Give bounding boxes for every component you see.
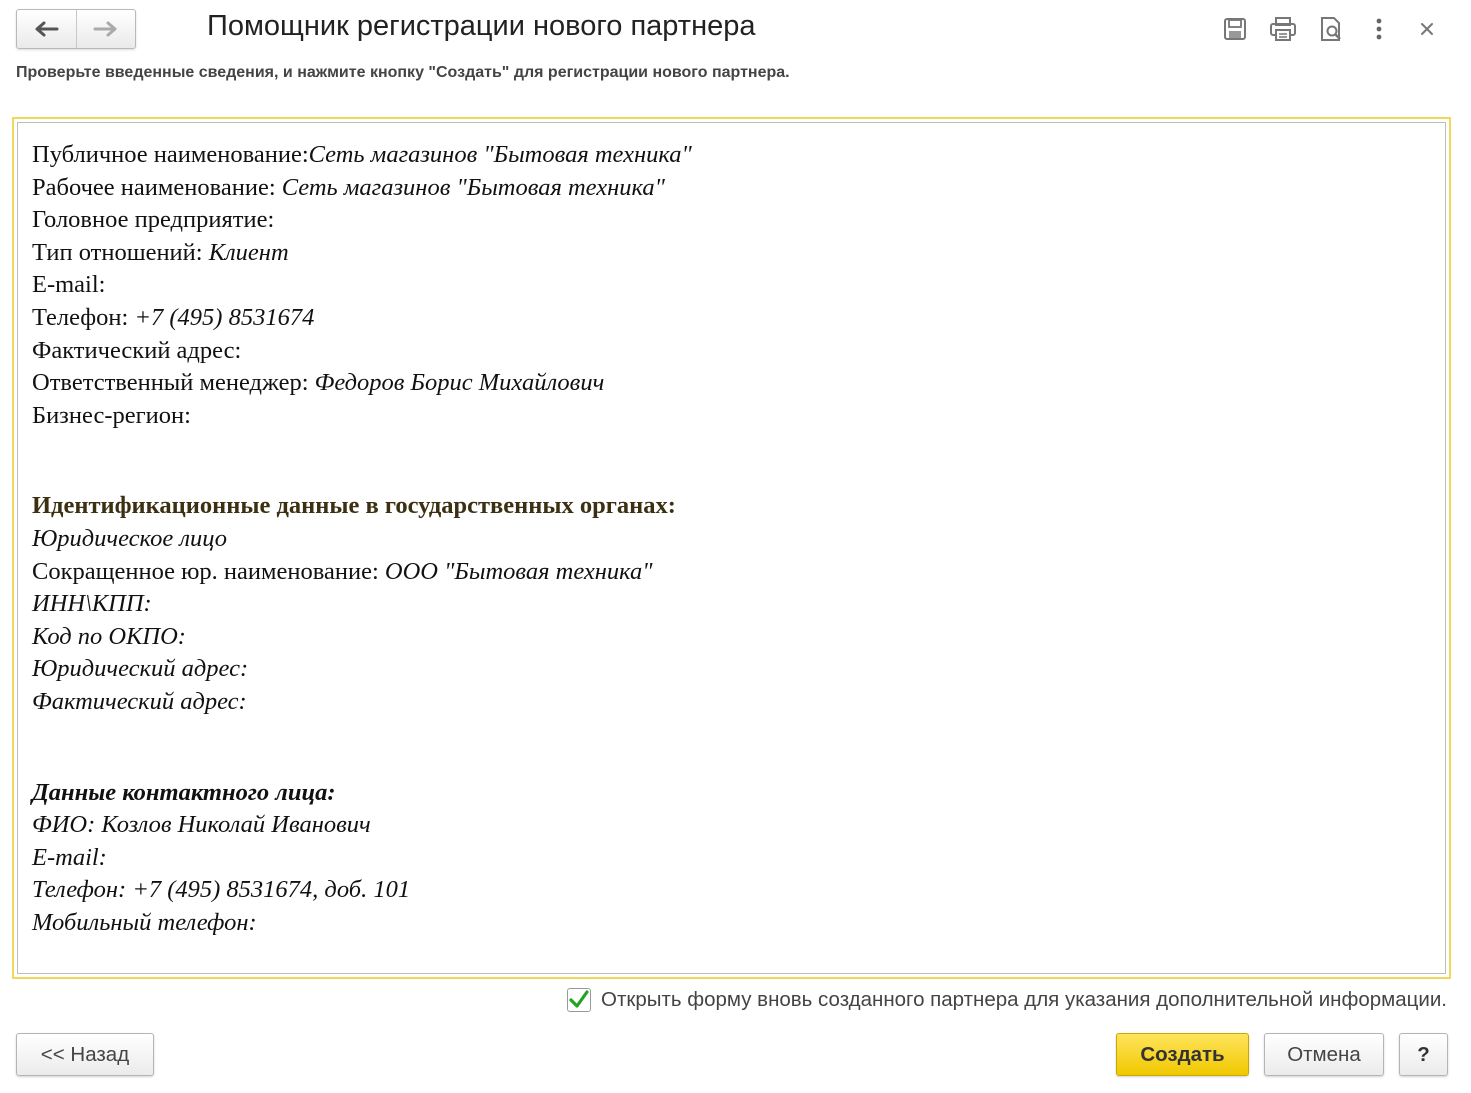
business-region-label: Бизнес-регион: [32,401,191,429]
relation-type-line: Тип отношений: Клиент [32,237,692,270]
gov-short-name-label: Сокращенное юр. наименование: [32,557,379,585]
save-icon [1224,18,1246,40]
phone-label: Телефон: [32,303,129,331]
print-icon [1270,17,1296,41]
arrow-right-icon [93,21,117,37]
arrow-left-icon [35,21,59,37]
contact-mobile-line: Мобильный телефон: [32,908,257,936]
contact-email-line: E-mail: [32,843,107,871]
relation-type-label: Тип отношений: [32,238,203,266]
contact-section-header: Данные контактного лица: [32,778,336,806]
save-button[interactable] [1211,12,1259,46]
gov-actual-address-line: Фактический адрес: [32,687,247,715]
window-title: Помощник регистрации нового партнера [207,10,756,42]
work-name-label: Рабочее наименование: [32,173,276,201]
manager-value: Федоров Борис Михайлович [314,369,605,397]
gov-section-header: Идентификационные данные в государственн… [32,492,676,520]
more-button[interactable] [1355,12,1403,46]
back-button[interactable]: << Назад [16,1033,154,1076]
preview-icon [1321,17,1341,41]
contact-fio-line: ФИО: Козлов Николай Иванович [32,811,371,839]
gov-short-name-line: Сокращенное юр. наименование: ООО "Бытов… [32,556,692,589]
actual-address-label: Фактический адрес: [32,336,242,364]
open-form-checkbox-label[interactable]: Открыть форму вновь созданного партнера … [601,988,1447,1012]
work-name-line: Рабочее наименование: Сеть магазинов "Бы… [32,172,692,205]
window-toolbar [1211,12,1451,46]
summary-document[interactable]: Публичное наименование:Сеть магазинов "Б… [17,122,1446,974]
cancel-button[interactable]: Отмена [1264,1033,1384,1076]
help-button[interactable]: ? [1399,1033,1448,1076]
nav-buttons [16,9,136,49]
gov-short-name-value: ООО "Бытовая техника" [384,557,653,585]
back-nav-button[interactable] [17,10,76,48]
open-form-checkbox[interactable] [567,988,592,1012]
manager-label: Ответственный менеджер: [32,369,309,397]
head-company-label: Головное предприятие: [32,206,275,234]
gov-entity-type: Юридическое лицо [32,524,228,552]
print-button[interactable] [1259,12,1307,46]
business-region-line: Бизнес-регион: [32,400,692,433]
instruction-text: Проверьте введенные сведения, и нажмите … [16,64,790,81]
relation-type-value: Клиент [208,238,289,266]
public-name-line: Публичное наименование:Сеть магазинов "Б… [32,139,692,172]
work-name-value: Сеть магазинов "Бытовая техника" [281,173,665,201]
preview-button[interactable] [1307,12,1355,46]
summary-document-frame: Публичное наименование:Сеть магазинов "Б… [12,117,1451,979]
public-name-value: Сеть магазинов "Бытовая техника" [308,141,692,168]
gov-okpo-line: Код по ОКПО: [32,622,186,650]
close-icon [1421,23,1433,35]
phone-line: Телефон: +7 (495) 8531674 [32,302,692,335]
gov-legal-address-line: Юридический адрес: [32,655,249,683]
actual-address-line: Фактический адрес: [32,335,692,368]
summary-text: Публичное наименование:Сеть магазинов "Б… [32,139,692,939]
create-button[interactable]: Создать [1116,1033,1249,1076]
contact-phone-line: Телефон: +7 (495) 8531674, доб. 101 [32,876,411,904]
phone-value: +7 (495) 8531674 [134,303,315,331]
checkmark-icon [569,990,589,1008]
close-button[interactable] [1403,12,1451,46]
email-label: E-mail: [32,271,106,299]
gov-inn-line: ИНН\КПП: [32,590,152,618]
open-form-option[interactable]: Открыть форму вновь созданного партнера … [567,988,1447,1012]
more-icon [1376,18,1382,40]
forward-nav-button[interactable] [75,10,135,48]
head-company-line: Головное предприятие: [32,204,692,237]
email-line: E-mail: [32,269,692,302]
public-name-label: Публичное наименование: [32,141,309,168]
manager-line: Ответственный менеджер: Федоров Борис Ми… [32,367,692,400]
